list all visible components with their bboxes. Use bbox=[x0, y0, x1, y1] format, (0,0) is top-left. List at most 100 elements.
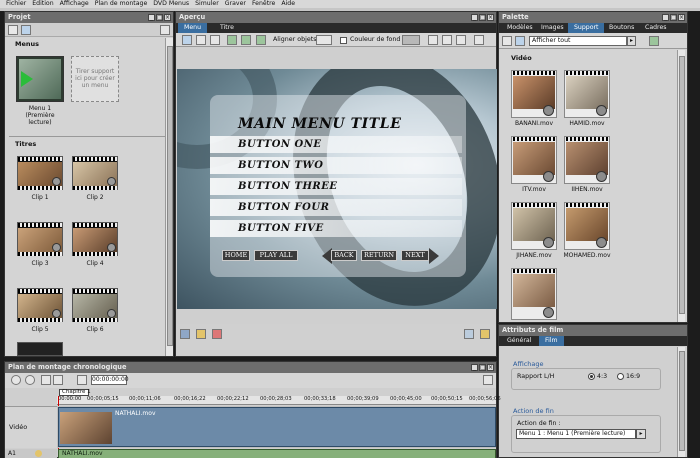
title-thumb-6[interactable] bbox=[72, 288, 118, 322]
delete-icon[interactable] bbox=[212, 329, 222, 339]
maximize-icon[interactable]: □ bbox=[156, 14, 163, 21]
move-icon[interactable] bbox=[196, 35, 206, 45]
menu-aide[interactable]: Aide bbox=[278, 0, 298, 8]
tab-film[interactable]: Film bbox=[539, 336, 564, 346]
minimize-icon[interactable]: _ bbox=[662, 14, 669, 21]
close-icon[interactable]: × bbox=[487, 364, 494, 371]
chapter-marker[interactable]: Chapitre 1 bbox=[59, 389, 91, 396]
timecode-field[interactable]: 00:00:00:00 bbox=[91, 375, 129, 385]
nav-next-button[interactable]: NEXT bbox=[401, 250, 429, 261]
menu-simuler[interactable]: Simuler bbox=[192, 0, 222, 8]
prev-marker-icon[interactable] bbox=[41, 375, 51, 385]
menu-button-2[interactable]: BUTTON TWO bbox=[210, 157, 462, 174]
minimize-icon[interactable]: _ bbox=[471, 14, 478, 21]
maximize-icon[interactable]: □ bbox=[479, 364, 486, 371]
bg-color-swatch[interactable] bbox=[402, 35, 420, 45]
grid-2-icon[interactable] bbox=[456, 35, 466, 45]
close-icon[interactable]: × bbox=[487, 14, 494, 21]
folder-icon[interactable] bbox=[196, 329, 206, 339]
panel-menu-icon[interactable] bbox=[160, 25, 170, 35]
ratio-16-9-radio[interactable] bbox=[617, 373, 624, 380]
edit-tool-icon[interactable] bbox=[483, 375, 493, 385]
media-thumb-4[interactable] bbox=[564, 136, 610, 184]
filter-select[interactable]: Afficher tout bbox=[529, 36, 627, 46]
next-marker-icon[interactable] bbox=[53, 375, 63, 385]
list-view-icon[interactable] bbox=[502, 36, 512, 46]
tab-modeles[interactable]: Modèles bbox=[501, 23, 539, 33]
align-dropdown-icon[interactable] bbox=[316, 35, 332, 45]
minimize-icon[interactable]: _ bbox=[471, 364, 478, 371]
time-ruler[interactable]: 00:00:00 00;00;05;15 00;00;11;06 00;00;1… bbox=[57, 396, 501, 405]
title-thumb-partial[interactable] bbox=[17, 342, 63, 356]
audio-clip[interactable]: NATHALI.mov bbox=[58, 449, 496, 458]
menu-edition[interactable]: Edition bbox=[29, 0, 56, 8]
tab-general[interactable]: Général bbox=[501, 336, 537, 346]
menu-graver[interactable]: Graver bbox=[222, 0, 249, 8]
tab-images[interactable]: Images bbox=[535, 23, 570, 33]
list-view-icon[interactable] bbox=[8, 25, 18, 35]
title-thumb-2[interactable] bbox=[72, 156, 118, 190]
close-icon[interactable]: × bbox=[678, 14, 685, 21]
menu-title[interactable]: MAIN MENU TITLE bbox=[238, 116, 402, 132]
tab-titre[interactable]: Titre bbox=[214, 23, 240, 33]
grid-icon[interactable] bbox=[442, 35, 452, 45]
nav-home-button[interactable]: HOME bbox=[222, 250, 250, 261]
menu-button-4[interactable]: BUTTON FOUR bbox=[210, 199, 462, 216]
media-thumb-7[interactable] bbox=[511, 268, 557, 320]
menu-affichage[interactable]: Affichage bbox=[57, 0, 92, 8]
button-tool-3-icon[interactable] bbox=[256, 35, 266, 45]
tab-support[interactable]: Support bbox=[568, 23, 605, 33]
menu-thumbnail[interactable] bbox=[16, 56, 64, 102]
menu-fenetre[interactable]: Fenêtre bbox=[249, 0, 278, 8]
speaker-icon[interactable] bbox=[35, 450, 42, 457]
zoom-out-icon[interactable] bbox=[11, 375, 21, 385]
tab-cadres[interactable]: Cadres bbox=[639, 23, 672, 33]
menu-button-3[interactable]: BUTTON THREE bbox=[210, 178, 462, 195]
ratio-4-3-radio[interactable] bbox=[588, 373, 595, 380]
select-arrow-icon[interactable] bbox=[182, 35, 192, 45]
menu-plan-de-montage[interactable]: Plan de montage bbox=[92, 0, 151, 8]
zoom-icon[interactable] bbox=[474, 35, 484, 45]
menu-button-1[interactable]: BUTTON ONE bbox=[210, 136, 462, 153]
chapter-marker-icon[interactable] bbox=[77, 375, 87, 385]
title-thumb-1[interactable] bbox=[17, 156, 63, 190]
attributs-scrollbar[interactable] bbox=[677, 347, 685, 457]
tab-menu[interactable]: Menu bbox=[178, 23, 207, 33]
title-thumb-4[interactable] bbox=[72, 222, 118, 256]
media-thumb-3[interactable] bbox=[511, 136, 557, 184]
button-tool-2-icon[interactable] bbox=[241, 35, 251, 45]
title-thumb-5[interactable] bbox=[17, 288, 63, 322]
button-tool-icon[interactable] bbox=[227, 35, 237, 45]
nav-play-all-button[interactable]: PLAY ALL bbox=[254, 250, 298, 261]
text-tool-icon[interactable] bbox=[210, 35, 220, 45]
preview-icon[interactable] bbox=[180, 329, 190, 339]
menu-fichier[interactable]: Fichier bbox=[3, 0, 29, 8]
tab-boutons[interactable]: Boutons bbox=[603, 23, 640, 33]
minimize-icon[interactable]: _ bbox=[148, 14, 155, 21]
menu-button-5[interactable]: BUTTON FIVE bbox=[210, 220, 462, 237]
menu-dvd-menus[interactable]: DVD Menus bbox=[150, 0, 192, 8]
monitor-icon[interactable] bbox=[464, 329, 474, 339]
nav-back-button[interactable]: BACK bbox=[331, 250, 357, 261]
grid-view-icon[interactable] bbox=[515, 36, 525, 46]
media-thumb-2[interactable] bbox=[564, 70, 610, 118]
zoom-in-icon[interactable] bbox=[25, 375, 35, 385]
import-icon[interactable] bbox=[649, 36, 659, 46]
grid-view-icon[interactable] bbox=[21, 25, 31, 35]
bg-color-checkbox[interactable] bbox=[340, 37, 347, 44]
nav-return-button[interactable]: RETURN bbox=[361, 250, 397, 261]
folder-2-icon[interactable] bbox=[480, 329, 490, 339]
title-thumb-3[interactable] bbox=[17, 222, 63, 256]
palette-scrollbar[interactable] bbox=[677, 50, 685, 322]
media-thumb-5[interactable] bbox=[511, 202, 557, 250]
projet-scrollbar[interactable] bbox=[165, 38, 173, 356]
filter-dropdown-icon[interactable]: ▸ bbox=[627, 36, 636, 46]
close-icon[interactable]: × bbox=[164, 14, 171, 21]
maximize-icon[interactable]: □ bbox=[670, 14, 677, 21]
safe-area-icon[interactable] bbox=[428, 35, 438, 45]
maximize-icon[interactable]: □ bbox=[479, 14, 486, 21]
media-thumb-6[interactable] bbox=[564, 202, 610, 250]
video-clip[interactable]: NATHALI.mov bbox=[58, 407, 496, 447]
fin-dropdown-icon[interactable]: ▸ bbox=[636, 429, 646, 439]
media-thumb-1[interactable] bbox=[511, 70, 557, 118]
